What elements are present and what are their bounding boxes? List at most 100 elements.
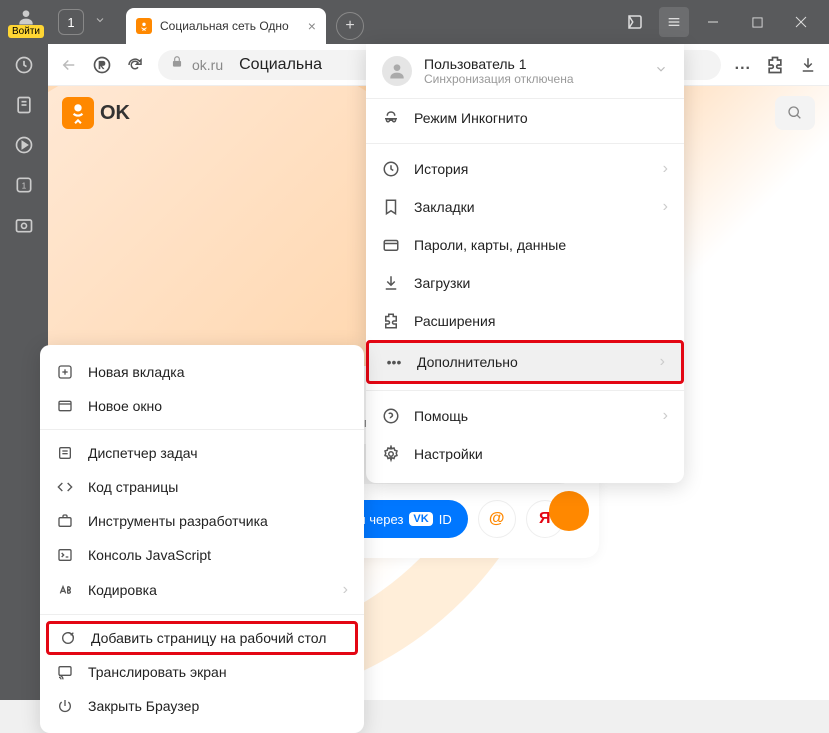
tab-title: Социальная сеть Одно: [160, 19, 300, 33]
vk-badge: VK: [409, 512, 432, 526]
puzzle-icon: [382, 312, 400, 330]
menu-bookmarks[interactable]: Закладки ›: [366, 188, 684, 226]
incognito-icon: [382, 109, 400, 127]
close-button[interactable]: [781, 7, 821, 37]
titlebar: Войти 1 Социальная сеть Одно × +: [0, 0, 829, 44]
ok-logo-text: OK: [100, 102, 130, 125]
document-icon[interactable]: [13, 94, 35, 116]
menu-settings[interactable]: Настройки: [366, 435, 684, 473]
menu-label: Закрыть Браузер: [88, 698, 348, 714]
menu-label: Помощь: [414, 408, 649, 424]
vk-id-label: ID: [439, 512, 452, 527]
username: Пользователь 1: [424, 56, 642, 72]
bookmarks-panel-button[interactable]: [615, 7, 655, 37]
chevron-down-icon[interactable]: [94, 13, 106, 31]
briefcase-icon: [56, 513, 74, 529]
menu-label: Транслировать экран: [88, 664, 348, 680]
menu-user-section[interactable]: Пользователь 1 Синхронизация отключена: [366, 44, 684, 99]
plus-box-icon: [56, 364, 74, 380]
mail-login-button[interactable]: @: [478, 500, 516, 538]
submenu-cast-screen[interactable]: Транслировать экран: [40, 655, 364, 689]
tabs-icon[interactable]: 1: [13, 174, 35, 196]
dots-icon: •••: [385, 354, 403, 370]
task-icon: [56, 445, 74, 461]
menu-history[interactable]: История ›: [366, 150, 684, 188]
menu-label: Закладки: [414, 199, 649, 215]
submenu-add-to-desktop[interactable]: Добавить страницу на рабочий стол: [46, 621, 358, 655]
extensions-button[interactable]: [765, 55, 785, 75]
help-icon: [382, 407, 400, 425]
menu-incognito[interactable]: Режим Инкогнито: [366, 99, 684, 137]
menu-label: Новая вкладка: [88, 364, 348, 380]
menu-label: Загрузки: [414, 275, 668, 291]
menu-passwords[interactable]: Пароли, карты, данные: [366, 226, 684, 264]
new-tab-button[interactable]: +: [336, 12, 364, 40]
menu-label: Кодировка: [88, 582, 329, 598]
screenshot-icon[interactable]: [13, 214, 35, 236]
tab-close-button[interactable]: ×: [308, 18, 316, 34]
menu-label: Добавить страницу на рабочий стол: [91, 630, 345, 646]
menu-label: Диспетчер задач: [88, 445, 348, 461]
menu-label: Новое окно: [88, 398, 348, 414]
back-button[interactable]: [60, 56, 78, 74]
terminal-icon: [56, 547, 74, 563]
menu-label: История: [414, 161, 649, 177]
chevron-right-icon: ›: [663, 198, 668, 216]
submenu-page-source[interactable]: Код страницы: [40, 470, 364, 504]
user-info: Пользователь 1 Синхронизация отключена: [424, 56, 642, 86]
menu-extensions[interactable]: Расширения: [366, 302, 684, 340]
submenu-js-console[interactable]: Консоль JavaScript: [40, 538, 364, 572]
chevron-right-icon: ›: [343, 581, 348, 599]
tab-count-button[interactable]: 1: [58, 9, 84, 35]
submenu-task-manager[interactable]: Диспетчер задач: [40, 436, 364, 470]
menu-label: Дополнительно: [417, 354, 646, 370]
url-domain: ok.ru: [192, 57, 223, 73]
downloads-button[interactable]: [799, 56, 817, 74]
main-menu-button[interactable]: [659, 7, 689, 37]
menu-downloads[interactable]: Загрузки: [366, 264, 684, 302]
submenu-new-tab[interactable]: Новая вкладка: [40, 355, 364, 389]
plus-icon: +: [345, 17, 354, 35]
minimize-button[interactable]: [693, 7, 733, 37]
card-icon: [382, 236, 400, 254]
ok-logo[interactable]: OK: [62, 97, 130, 129]
menu-label: Код страницы: [88, 479, 348, 495]
menu-label: Инструменты разработчика: [88, 513, 348, 529]
search-button[interactable]: [775, 96, 815, 130]
browser-tab[interactable]: Социальная сеть Одно ×: [126, 8, 326, 44]
menu-label: Консоль JavaScript: [88, 547, 348, 563]
menu-label: Пароли, карты, данные: [414, 237, 668, 253]
submenu-encoding[interactable]: Кодировка ›: [40, 572, 364, 608]
cast-icon: [56, 664, 74, 680]
submenu-new-window[interactable]: Новое окно: [40, 389, 364, 423]
menu-divider: [366, 390, 684, 391]
menu-more[interactable]: ••• Дополнительно ›: [366, 340, 684, 384]
login-submit-button[interactable]: [549, 491, 589, 531]
more-button[interactable]: ...: [735, 56, 751, 74]
tab-count: 1: [67, 15, 74, 30]
menu-divider: [40, 429, 364, 430]
chevron-down-icon: [654, 62, 668, 81]
submenu-dev-tools[interactable]: Инструменты разработчика: [40, 504, 364, 538]
svg-text:1: 1: [22, 180, 27, 190]
menu-label: Расширения: [414, 313, 668, 329]
bookmark-icon: [382, 198, 400, 216]
window-controls: [615, 0, 829, 44]
reload-button[interactable]: [126, 56, 144, 74]
play-icon[interactable]: [13, 134, 35, 156]
history-icon[interactable]: [13, 54, 35, 76]
maximize-button[interactable]: [737, 7, 777, 37]
profile-button[interactable]: Войти: [8, 7, 44, 38]
history-icon: [382, 160, 400, 178]
gear-icon: [382, 445, 400, 463]
submenu-close-browser[interactable]: Закрыть Браузер: [40, 689, 364, 723]
menu-label: Настройки: [414, 446, 668, 462]
menu-help[interactable]: Помощь ›: [366, 397, 684, 435]
yandex-home-button[interactable]: [92, 55, 112, 75]
chevron-right-icon: ›: [663, 160, 668, 178]
url-title: Социальна: [239, 56, 322, 74]
power-icon: [56, 698, 74, 714]
ok-logo-icon: [62, 97, 94, 129]
chevron-right-icon: ›: [663, 407, 668, 425]
user-icon: [16, 7, 36, 27]
